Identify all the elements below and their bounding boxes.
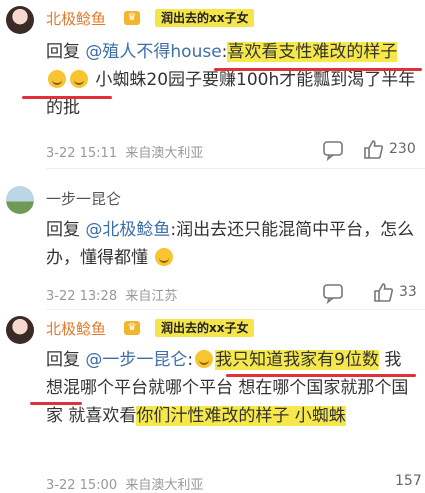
username[interactable]: 北极鲶鱼	[46, 318, 106, 339]
text-b: 小蜘蛛20园子要赚100h才能瓢到渴了半年的批	[46, 70, 416, 118]
like-count: 33	[399, 284, 417, 300]
divider	[46, 168, 425, 169]
username[interactable]: 一步一昆仑	[46, 188, 121, 209]
vip-badge-icon: ♛	[124, 11, 140, 25]
annotation-underline	[30, 402, 82, 405]
like-icon[interactable]	[372, 281, 394, 303]
avatar[interactable]	[6, 186, 34, 214]
username[interactable]: 北极鲶鱼	[46, 8, 106, 29]
highlighted-text: 喜欢看支性难改的样子	[227, 42, 398, 62]
comment-date: 3-22 15:11 来自澳大利亚	[46, 146, 204, 161]
user-tag: 润出去的xx子女	[155, 319, 255, 337]
user-tag: 润出去的xx子女	[155, 9, 255, 27]
annotation-underline	[214, 68, 422, 71]
smile-emoji-icon	[70, 70, 88, 88]
smirk-emoji-icon	[195, 350, 214, 368]
annotation-underline	[22, 96, 112, 99]
avatar[interactable]	[6, 6, 34, 34]
annotation-underline	[226, 374, 416, 377]
mention-link[interactable]: @一步一昆仑	[85, 350, 187, 370]
comment-text: 回复 @北极鲶鱼:润出去还只能混简中平台，怎么办，懂得都懂	[46, 216, 418, 272]
text-a: :	[187, 350, 194, 370]
like-count: 157	[395, 473, 422, 489]
like-icon[interactable]	[362, 138, 384, 160]
comment-date: 3-22 13:28 来自江苏	[46, 289, 178, 304]
like-count: 230	[389, 141, 416, 157]
reply-prefix: 回复	[46, 220, 80, 240]
mention-link[interactable]: @殖人不得house	[85, 42, 221, 62]
smirk-emoji-icon	[155, 248, 174, 266]
smile-emoji-icon	[48, 70, 66, 88]
comment-icon[interactable]	[322, 139, 344, 161]
avatar[interactable]	[6, 316, 34, 344]
comment-1: 北极鲶鱼 ♛ 润出去的xx子女 回复 @殖人不得house:喜欢看支性难改的样子…	[0, 0, 425, 170]
comment-text: 回复 @一步一昆仑: 我只知道我家有9位数 我想混哪个平台就哪个平台 想在哪个国家…	[46, 346, 418, 430]
highlighted-text: 你们汁性难改的样子 小蜘蛛	[136, 406, 346, 426]
reply-prefix: 回复	[46, 42, 80, 62]
mention-link[interactable]: @北极鲶鱼	[85, 220, 170, 240]
comment-2: 一步一昆仑 回复 @北极鲶鱼:润出去还只能混简中平台，怎么办，懂得都懂 3-22…	[0, 170, 425, 310]
vip-badge-icon: ♛	[124, 321, 140, 335]
comment-3: 北极鲶鱼 ♛ 润出去的xx子女 回复 @一步一昆仑: 我只知道我家有9位数 我想混…	[0, 310, 425, 493]
comment-date: 3-22 15:00 来自澳大利亚	[46, 478, 204, 493]
reply-prefix: 回复	[46, 350, 80, 370]
comment-icon[interactable]	[322, 282, 344, 304]
highlighted-text: 我只知道我家有9位数	[215, 350, 379, 370]
comment-text: 回复 @殖人不得house:喜欢看支性难改的样子 小蜘蛛20园子要赚100h才能…	[46, 38, 418, 122]
